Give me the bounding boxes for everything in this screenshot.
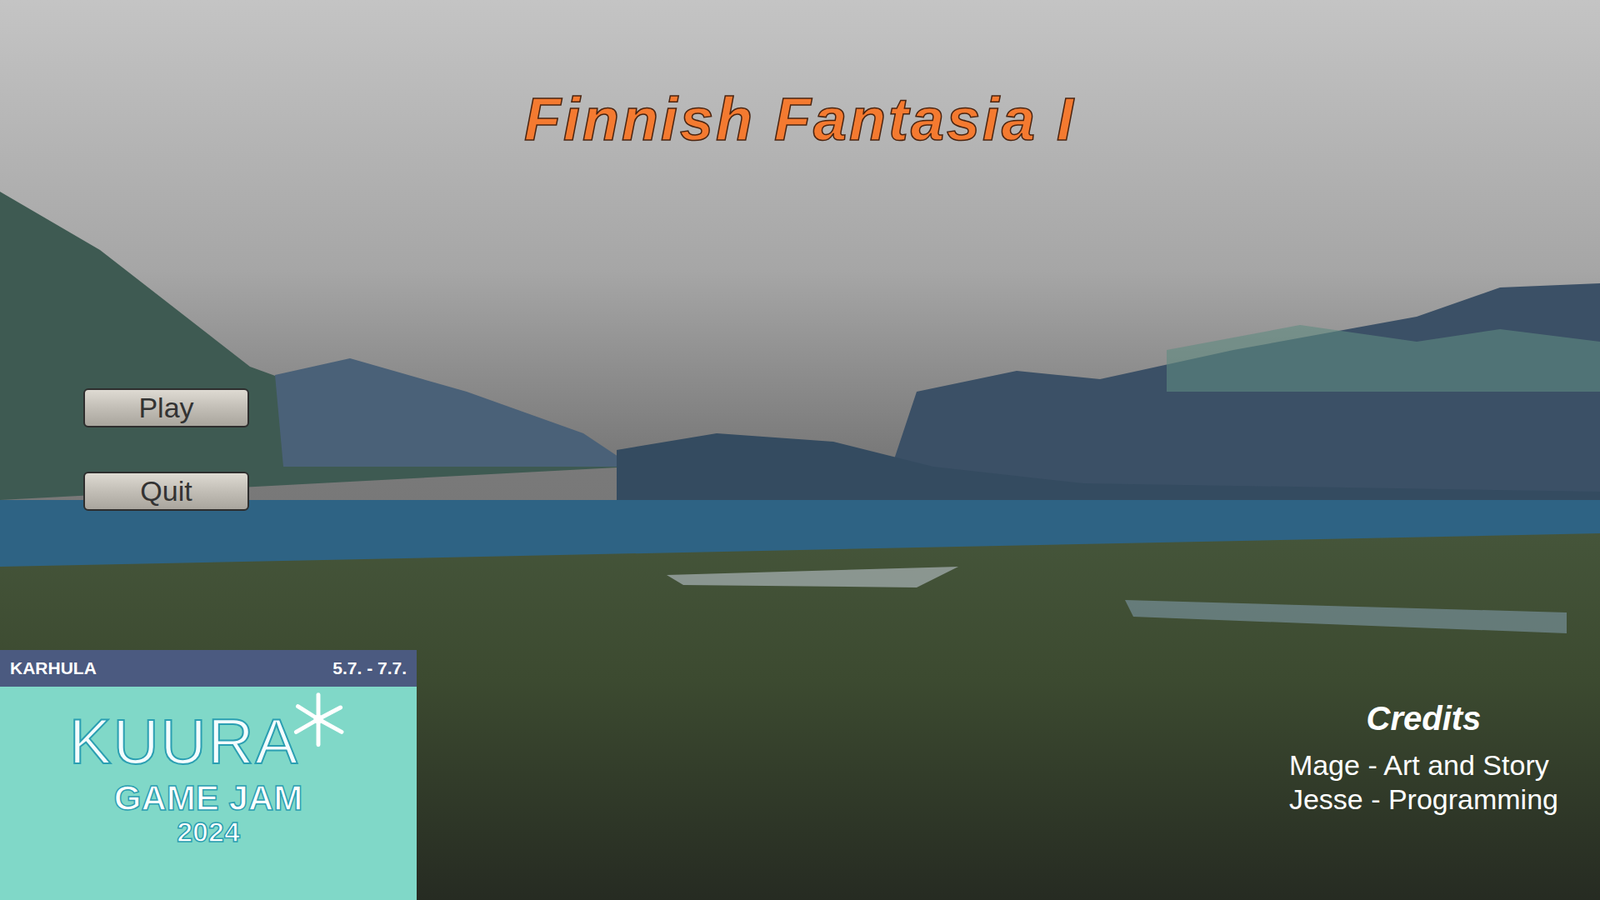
badge-location: KARHULA — [10, 658, 97, 679]
credits: Credits Mage - Art and StoryJesse - Progr… — [1289, 698, 1600, 900]
badge-event: GAME JAM — [114, 780, 303, 817]
menu-button[interactable]: Play — [83, 388, 250, 428]
badge-body: KUURA GAME JAM2024 — [0, 686, 417, 900]
badge-name-wrap: KUURA — [69, 710, 348, 774]
menu-button[interactable]: Quit — [83, 471, 250, 511]
credits-line: Mage - Art and Story — [1289, 748, 1550, 783]
credits-heading: Credits — [1366, 698, 1482, 739]
snowflake-icon — [289, 690, 348, 749]
bottom-row: KARHULA 5.7. - 7.7. KUURA GAME JAM2024 Credi… — [0, 650, 1600, 900]
badge-year: 2024 — [176, 816, 240, 848]
badge-name: KUURA — [69, 710, 300, 774]
credits-line: Jesse - Programming — [1289, 782, 1559, 817]
main-menu: Play Quit — [0, 388, 1600, 511]
game-jam-badge: KARHULA 5.7. - 7.7. KUURA GAME JAM2024 — [0, 650, 417, 900]
badge-dates: 5.7. - 7.7. — [332, 658, 407, 679]
main-menu-screen: Finnish Fantasia I Play Quit KARHULA 5.7. - … — [0, 0, 1600, 900]
game-title: Finnish Fantasia I — [524, 83, 1076, 155]
badge-header: KARHULA 5.7. - 7.7. — [0, 650, 417, 687]
title-row: Finnish Fantasia I — [0, 0, 1600, 155]
